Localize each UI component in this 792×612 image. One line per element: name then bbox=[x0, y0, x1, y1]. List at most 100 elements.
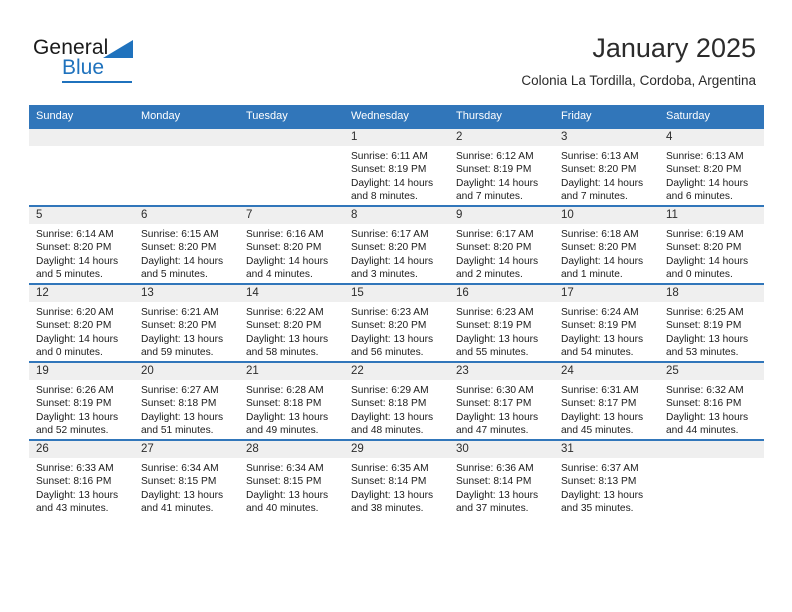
daylight-text-line2: and 4 minutes. bbox=[246, 269, 313, 281]
day-details: Sunrise: 6:29 AM Sunset: 8:18 PM Daylight:… bbox=[344, 380, 449, 438]
day-cell-inner: 27 Sunrise: 6:34 AM Sunset: 8:15 PM Dayligh… bbox=[134, 441, 239, 517]
daylight-text-line1: Daylight: 13 hours bbox=[456, 333, 539, 345]
day-number: 10 bbox=[554, 207, 659, 224]
calendar-day-cell[interactable]: 9 Sunrise: 6:17 AM Sunset: 8:20 PM Daylight… bbox=[449, 205, 554, 284]
day-details: Sunrise: 6:18 AM Sunset: 8:20 PM Daylight:… bbox=[554, 224, 659, 282]
daylight-text-line2: and 1 minute. bbox=[561, 269, 623, 281]
calendar-day-cell[interactable]: 22 Sunrise: 6:29 AM Sunset: 8:18 PM Dayligh… bbox=[344, 361, 449, 440]
calendar-day-cell[interactable]: 6 Sunrise: 6:15 AM Sunset: 8:20 PM Daylight… bbox=[134, 205, 239, 284]
calendar-day-cell[interactable]: 23 Sunrise: 6:30 AM Sunset: 8:17 PM Dayligh… bbox=[449, 361, 554, 440]
sunrise-text: Sunrise: 6:17 AM bbox=[351, 229, 429, 240]
calendar-week-row: 19 Sunrise: 6:26 AM Sunset: 8:19 PM Dayligh… bbox=[29, 361, 764, 440]
day-number: 12 bbox=[29, 285, 134, 302]
calendar-day-cell[interactable]: 12 Sunrise: 6:20 AM Sunset: 8:20 PM Dayligh… bbox=[29, 283, 134, 362]
weekday-header-thursday: Thursday bbox=[449, 105, 554, 128]
sunrise-text: Sunrise: 6:11 AM bbox=[351, 151, 428, 162]
day-details: Sunrise: 6:27 AM Sunset: 8:18 PM Daylight:… bbox=[134, 380, 239, 438]
calendar-day-cell[interactable]: 2 Sunrise: 6:12 AM Sunset: 8:19 PM Daylight… bbox=[449, 127, 554, 206]
calendar-day-cell[interactable]: 8 Sunrise: 6:17 AM Sunset: 8:20 PM Daylight… bbox=[344, 205, 449, 284]
sunrise-text: Sunrise: 6:22 AM bbox=[246, 307, 324, 318]
day-cell-inner: 9 Sunrise: 6:17 AM Sunset: 8:20 PM Daylight… bbox=[449, 207, 554, 283]
calendar-day-cell[interactable]: 19 Sunrise: 6:26 AM Sunset: 8:19 PM Dayligh… bbox=[29, 361, 134, 440]
day-cell-inner: 24 Sunrise: 6:31 AM Sunset: 8:17 PM Dayligh… bbox=[554, 363, 659, 439]
calendar-day-cell[interactable]: 7 Sunrise: 6:16 AM Sunset: 8:20 PM Daylight… bbox=[239, 205, 344, 284]
calendar-cell-empty bbox=[134, 127, 239, 206]
calendar-day-cell[interactable]: 5 Sunrise: 6:14 AM Sunset: 8:20 PM Daylight… bbox=[29, 205, 134, 284]
day-number: 18 bbox=[659, 285, 764, 302]
calendar-day-cell[interactable]: 16 Sunrise: 6:23 AM Sunset: 8:19 PM Dayligh… bbox=[449, 283, 554, 362]
calendar-day-cell[interactable]: 28 Sunrise: 6:34 AM Sunset: 8:15 PM Dayligh… bbox=[239, 439, 344, 517]
calendar-week-row: 26 Sunrise: 6:33 AM Sunset: 8:16 PM Dayligh… bbox=[29, 439, 764, 517]
day-number: 6 bbox=[134, 207, 239, 224]
day-number: 29 bbox=[344, 441, 449, 458]
daylight-text-line2: and 45 minutes. bbox=[561, 425, 634, 437]
daylight-text-line1: Daylight: 13 hours bbox=[36, 489, 119, 501]
day-number: 5 bbox=[29, 207, 134, 224]
sunrise-text: Sunrise: 6:13 AM bbox=[666, 151, 744, 162]
daylight-text-line1: Daylight: 14 hours bbox=[666, 177, 749, 189]
day-cell-inner: 30 Sunrise: 6:36 AM Sunset: 8:14 PM Dayligh… bbox=[449, 441, 554, 517]
daylight-text-line1: Daylight: 13 hours bbox=[36, 411, 119, 423]
daylight-text-line2: and 37 minutes. bbox=[456, 503, 529, 515]
calendar-day-cell[interactable]: 17 Sunrise: 6:24 AM Sunset: 8:19 PM Dayligh… bbox=[554, 283, 659, 362]
sunset-text: Sunset: 8:16 PM bbox=[666, 398, 742, 410]
calendar-day-cell[interactable]: 13 Sunrise: 6:21 AM Sunset: 8:20 PM Dayligh… bbox=[134, 283, 239, 362]
sunset-text: Sunset: 8:20 PM bbox=[246, 320, 322, 332]
day-number: 16 bbox=[449, 285, 554, 302]
calendar-day-cell[interactable]: 3 Sunrise: 6:13 AM Sunset: 8:20 PM Daylight… bbox=[554, 127, 659, 206]
calendar-day-cell[interactable]: 31 Sunrise: 6:37 AM Sunset: 8:13 PM Dayligh… bbox=[554, 439, 659, 517]
daylight-text-line1: Daylight: 13 hours bbox=[141, 489, 224, 501]
calendar-day-cell[interactable]: 1 Sunrise: 6:11 AM Sunset: 8:19 PM Daylight… bbox=[344, 127, 449, 206]
daylight-text-line2: and 40 minutes. bbox=[246, 503, 319, 515]
sunrise-text: Sunrise: 6:17 AM bbox=[456, 229, 534, 240]
brand-name-blue: Blue bbox=[62, 56, 105, 79]
daylight-text-line2: and 38 minutes. bbox=[351, 503, 424, 515]
calendar-day-cell[interactable]: 21 Sunrise: 6:28 AM Sunset: 8:18 PM Dayligh… bbox=[239, 361, 344, 440]
calendar-day-cell[interactable]: 30 Sunrise: 6:36 AM Sunset: 8:14 PM Dayligh… bbox=[449, 439, 554, 517]
day-details: Sunrise: 6:21 AM Sunset: 8:20 PM Daylight:… bbox=[134, 302, 239, 360]
calendar-day-cell[interactable]: 18 Sunrise: 6:25 AM Sunset: 8:19 PM Dayligh… bbox=[659, 283, 764, 362]
location-subtitle: Colonia La Tordilla, Cordoba, Argentina bbox=[521, 73, 756, 88]
calendar-cell-empty bbox=[239, 127, 344, 206]
calendar-cell-empty bbox=[29, 127, 134, 206]
sunrise-text: Sunrise: 6:32 AM bbox=[666, 385, 744, 396]
day-number: 25 bbox=[659, 363, 764, 380]
sunset-text: Sunset: 8:17 PM bbox=[456, 398, 532, 410]
calendar-day-cell[interactable]: 25 Sunrise: 6:32 AM Sunset: 8:16 PM Dayligh… bbox=[659, 361, 764, 440]
calendar-day-cell[interactable]: 26 Sunrise: 6:33 AM Sunset: 8:16 PM Dayligh… bbox=[29, 439, 134, 517]
brand-logo[interactable]: General Blue bbox=[33, 36, 233, 84]
weekday-header-monday: Monday bbox=[134, 105, 239, 128]
day-number: 2 bbox=[449, 129, 554, 146]
day-cell-inner bbox=[134, 129, 239, 205]
sunrise-text: Sunrise: 6:34 AM bbox=[246, 463, 324, 474]
day-cell-inner: 31 Sunrise: 6:37 AM Sunset: 8:13 PM Dayligh… bbox=[554, 441, 659, 517]
calendar-day-cell[interactable]: 10 Sunrise: 6:18 AM Sunset: 8:20 PM Dayligh… bbox=[554, 205, 659, 284]
daylight-text-line1: Daylight: 14 hours bbox=[351, 255, 434, 267]
daylight-text-line2: and 0 minutes. bbox=[666, 269, 733, 281]
day-details: Sunrise: 6:17 AM Sunset: 8:20 PM Daylight:… bbox=[449, 224, 554, 282]
sunrise-text: Sunrise: 6:24 AM bbox=[561, 307, 639, 318]
daylight-text-line2: and 5 minutes. bbox=[141, 269, 208, 281]
calendar-week-row: 12 Sunrise: 6:20 AM Sunset: 8:20 PM Dayligh… bbox=[29, 283, 764, 362]
day-details: Sunrise: 6:32 AM Sunset: 8:16 PM Daylight:… bbox=[659, 380, 764, 438]
day-details: Sunrise: 6:16 AM Sunset: 8:20 PM Daylight:… bbox=[239, 224, 344, 282]
day-cell-inner: 16 Sunrise: 6:23 AM Sunset: 8:19 PM Dayligh… bbox=[449, 285, 554, 361]
calendar-day-cell[interactable]: 24 Sunrise: 6:31 AM Sunset: 8:17 PM Dayligh… bbox=[554, 361, 659, 440]
calendar-day-cell[interactable]: 4 Sunrise: 6:13 AM Sunset: 8:20 PM Daylight… bbox=[659, 127, 764, 206]
sunset-text: Sunset: 8:20 PM bbox=[666, 164, 742, 176]
sunset-text: Sunset: 8:20 PM bbox=[36, 242, 112, 254]
calendar-day-cell[interactable]: 14 Sunrise: 6:22 AM Sunset: 8:20 PM Dayligh… bbox=[239, 283, 344, 362]
page-header: General Blue January 2025 Colonia La Tor… bbox=[0, 0, 792, 104]
sunrise-text: Sunrise: 6:28 AM bbox=[246, 385, 324, 396]
calendar-day-cell[interactable]: 29 Sunrise: 6:35 AM Sunset: 8:14 PM Dayligh… bbox=[344, 439, 449, 517]
calendar-day-cell[interactable]: 11 Sunrise: 6:19 AM Sunset: 8:20 PM Dayligh… bbox=[659, 205, 764, 284]
day-cell-inner: 21 Sunrise: 6:28 AM Sunset: 8:18 PM Dayligh… bbox=[239, 363, 344, 439]
calendar-page: General Blue January 2025 Colonia La Tor… bbox=[0, 0, 792, 612]
sunset-text: Sunset: 8:19 PM bbox=[36, 398, 112, 410]
calendar-day-cell[interactable]: 20 Sunrise: 6:27 AM Sunset: 8:18 PM Dayligh… bbox=[134, 361, 239, 440]
day-cell-inner: 1 Sunrise: 6:11 AM Sunset: 8:19 PM Daylight… bbox=[344, 129, 449, 205]
sunrise-text: Sunrise: 6:13 AM bbox=[561, 151, 639, 162]
calendar-day-cell[interactable]: 15 Sunrise: 6:23 AM Sunset: 8:20 PM Dayligh… bbox=[344, 283, 449, 362]
calendar-day-cell[interactable]: 27 Sunrise: 6:34 AM Sunset: 8:15 PM Dayligh… bbox=[134, 439, 239, 517]
day-details: Sunrise: 6:37 AM Sunset: 8:13 PM Daylight:… bbox=[554, 458, 659, 516]
